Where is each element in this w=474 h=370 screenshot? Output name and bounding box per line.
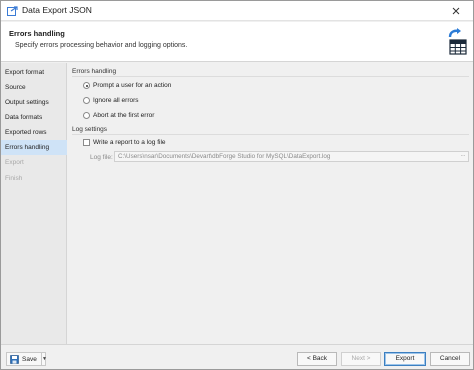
export-wizard-window: Data Export JSON Errors handling Specify…	[0, 0, 474, 370]
export-table-icon	[448, 28, 467, 55]
window-title: Data Export JSON	[22, 5, 92, 15]
page-header: Errors handling Specify errors processin…	[1, 22, 473, 62]
step-output-settings[interactable]: Output settings	[1, 95, 67, 110]
export-button[interactable]: Export	[384, 352, 426, 366]
next-button: Next >	[341, 352, 381, 366]
back-button[interactable]: < Back	[297, 352, 337, 366]
errors-handling-group-label: Errors handling	[72, 68, 117, 75]
chevron-down-icon[interactable]: ▼	[41, 353, 47, 365]
errors-handling-panel: Errors handling Prompt a user for an act…	[68, 63, 473, 344]
step-errors-handling[interactable]: Errors handling	[1, 140, 67, 155]
prompt-user-radio[interactable]	[83, 82, 90, 89]
window-close-button[interactable]	[439, 1, 473, 21]
save-label: Save	[22, 356, 37, 363]
step-finish: Finish	[5, 175, 23, 182]
prompt-user-label[interactable]: Prompt a user for an action	[93, 82, 171, 89]
wizard-footer: Save ▼ < Back Next > Export Cancel	[1, 344, 473, 369]
divider	[72, 76, 469, 77]
step-data-formats[interactable]: Data formats	[1, 110, 67, 125]
write-report-label[interactable]: Write a report to a log file	[93, 139, 166, 146]
page-title: Errors handling	[9, 29, 65, 38]
ignore-errors-radio[interactable]	[83, 97, 90, 104]
data-export-app-icon	[7, 6, 18, 16]
browse-log-file-button: ...	[460, 152, 466, 158]
step-exported-rows[interactable]: Exported rows	[1, 125, 67, 140]
step-export: Export	[5, 159, 24, 166]
step-export-format[interactable]: Export format	[1, 65, 67, 80]
save-button[interactable]: Save ▼	[6, 352, 47, 366]
floppy-disk-icon	[10, 355, 19, 364]
abort-first-error-radio[interactable]	[83, 112, 90, 119]
title-bar: Data Export JSON	[1, 1, 473, 21]
wizard-steps-sidebar: Export format Source Output settings Dat…	[1, 63, 67, 344]
log-file-path-input: C:\Users\nsar\Documents\Devart\dbForge S…	[114, 151, 469, 162]
cancel-button[interactable]: Cancel	[430, 352, 470, 366]
step-source[interactable]: Source	[1, 80, 67, 95]
divider	[72, 134, 469, 135]
ignore-errors-label[interactable]: Ignore all errors	[93, 97, 139, 104]
log-settings-group-label: Log settings	[72, 126, 108, 133]
page-subtitle: Specify errors processing behavior and l…	[15, 42, 188, 49]
write-report-checkbox[interactable]	[83, 139, 90, 146]
abort-first-error-label[interactable]: Abort at the first error	[93, 112, 154, 119]
log-file-label: Log file:	[90, 154, 113, 161]
close-icon	[452, 7, 460, 15]
